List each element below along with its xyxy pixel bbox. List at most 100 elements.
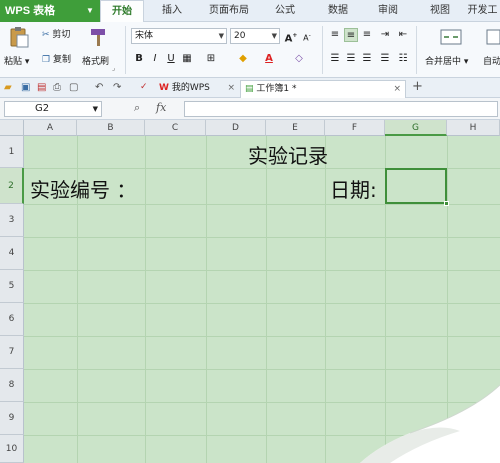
ribbon-separator <box>322 26 323 74</box>
tab-formula[interactable]: 公式 <box>265 0 305 22</box>
align-middle-icon[interactable]: ≡ <box>344 28 358 42</box>
cell-a2[interactable]: 实验编号 ： <box>30 174 136 203</box>
borders-icon[interactable]: ▦ <box>180 52 194 66</box>
font-size-select[interactable]: 20 ▼ <box>230 28 280 44</box>
font-name-select[interactable]: 宋体 ▼ <box>131 28 227 44</box>
bold-icon[interactable]: B <box>132 52 146 66</box>
column-header-h[interactable]: H <box>447 120 500 136</box>
align-right-icon[interactable]: ☰ <box>360 52 374 66</box>
close-icon[interactable]: × <box>393 81 401 97</box>
justify-icon[interactable]: ☰ <box>378 52 392 66</box>
auto-wrap-label: 自动 <box>483 57 500 67</box>
export-pdf-icon[interactable]: ▤ <box>37 82 48 93</box>
grid-row-line <box>24 204 500 205</box>
ribbon: 粘贴 ▾ ✂ 剪切 ❐ 复制 格式刷 ⌟ 宋体 ▼ 20 ▼ A+ A- B I… <box>0 22 500 78</box>
tab-developer[interactable]: 开发工 <box>465 0 500 22</box>
underline-icon[interactable]: U <box>164 52 178 66</box>
selected-cell-g2[interactable] <box>385 168 449 206</box>
row-header-10[interactable]: 10 <box>0 435 24 463</box>
tab-my-wps[interactable]: W 我的WPS × <box>155 80 239 98</box>
cell-f2[interactable]: 日期: <box>330 174 377 203</box>
redo-icon[interactable]: ↷ <box>113 82 124 93</box>
formula-input[interactable] <box>184 101 498 117</box>
tab-review[interactable]: 审阅 <box>368 0 408 22</box>
column-header-c[interactable]: C <box>145 120 206 136</box>
chevron-down-icon: ▼ <box>271 32 277 40</box>
name-box[interactable]: G2 ▼ <box>4 101 102 117</box>
app-menu-button[interactable]: WPS 表格 ▼ <box>0 0 100 22</box>
zoom-search-icon[interactable]: ⌕ <box>134 101 140 115</box>
ribbon-separator <box>125 26 126 74</box>
row-header-5[interactable]: 5 <box>0 270 24 303</box>
spreadsheet-icon: ▤ <box>245 84 254 94</box>
tab-insert[interactable]: 插入 <box>150 0 194 22</box>
chevron-down-icon[interactable]: ▼ <box>84 0 96 22</box>
tab-page-layout[interactable]: 页面布局 <box>200 0 258 22</box>
print-icon[interactable]: ⎙ <box>53 82 64 93</box>
row-header-3[interactable]: 3 <box>0 204 24 237</box>
merge-cells-icon[interactable]: ⊞ <box>204 52 218 66</box>
grid-row-line <box>24 336 500 337</box>
menu-bar: WPS 表格 ▼ 开始 插入 页面布局 公式 数据 审阅 视图 开发工 <box>0 0 500 23</box>
merge-center-icon[interactable] <box>440 26 462 48</box>
auto-wrap-icon[interactable] <box>486 26 500 48</box>
chevron-down-icon: ▼ <box>92 105 98 113</box>
decrease-font-icon[interactable]: A- <box>300 29 314 43</box>
column-header-d[interactable]: D <box>206 120 266 136</box>
distribute-icon[interactable]: ☷ <box>396 52 410 66</box>
increase-font-icon[interactable]: A+ <box>284 29 298 44</box>
auto-wrap-button[interactable]: 自动 <box>483 54 500 67</box>
row-header-9[interactable]: 9 <box>0 402 24 435</box>
fill-handle[interactable] <box>444 201 449 206</box>
align-center-icon[interactable]: ☰ <box>344 52 358 66</box>
row-header-4[interactable]: 4 <box>0 237 24 270</box>
column-header-f[interactable]: F <box>325 120 385 136</box>
align-top-icon[interactable]: ≡ <box>328 28 342 42</box>
row-header-1[interactable]: 1 <box>0 136 24 168</box>
open-folder-icon[interactable]: ▰ <box>4 82 15 93</box>
tab-view[interactable]: 视图 <box>420 0 460 22</box>
cell-title[interactable]: 实验记录 <box>248 140 328 169</box>
close-icon[interactable]: × <box>227 80 235 96</box>
row-header-7[interactable]: 7 <box>0 336 24 369</box>
print-preview-icon[interactable]: ▢ <box>69 82 80 93</box>
fill-color-icon[interactable]: ◆ <box>236 52 250 66</box>
tab-home[interactable]: 开始 <box>100 0 144 23</box>
tab-data[interactable]: 数据 <box>318 0 358 22</box>
pin-icon[interactable]: ✓ <box>140 82 151 93</box>
save-icon[interactable]: ▣ <box>21 82 32 93</box>
select-all-corner[interactable] <box>0 120 24 136</box>
format-painter-label: 格式刷 <box>82 57 110 67</box>
page-curl <box>360 384 500 463</box>
column-header-b[interactable]: B <box>77 120 145 136</box>
paste-label: 粘贴 <box>4 57 23 67</box>
clear-format-icon[interactable]: ◇ <box>292 52 306 66</box>
clipboard-expand-icon[interactable]: ⌟ <box>112 64 115 72</box>
align-left-icon[interactable]: ☰ <box>328 52 342 66</box>
italic-icon[interactable]: I <box>148 52 162 66</box>
cut-button[interactable]: ✂ 剪切 <box>42 27 70 40</box>
undo-icon[interactable]: ↶ <box>95 82 106 93</box>
paste-button[interactable]: 粘贴 ▾ <box>4 54 29 67</box>
format-painter-icon[interactable] <box>88 26 110 48</box>
column-header-e[interactable]: E <box>266 120 325 136</box>
app-name: WPS 表格 <box>5 5 56 17</box>
row-header-8[interactable]: 8 <box>0 369 24 402</box>
row-header-6[interactable]: 6 <box>0 303 24 336</box>
column-header-g[interactable]: G <box>385 120 447 136</box>
column-header-a[interactable]: A <box>24 120 77 136</box>
font-size-value: 20 <box>234 31 246 41</box>
row-header-2[interactable]: 2 <box>0 168 24 204</box>
wrap-text-icon[interactable]: ⇥ <box>378 28 392 42</box>
font-color-icon[interactable]: A <box>262 52 276 66</box>
align-bottom-icon[interactable]: ≡ <box>360 28 374 42</box>
grid-row-line <box>24 369 500 370</box>
indent-icon[interactable]: ⇤ <box>396 28 410 42</box>
copy-button[interactable]: ❐ 复制 <box>42 52 71 65</box>
tab-workbook1[interactable]: ▤ 工作簿1 * × <box>240 80 406 98</box>
new-tab-icon[interactable]: + <box>412 80 423 94</box>
merge-center-button[interactable]: 合并居中 ▾ <box>425 54 468 67</box>
fx-icon[interactable]: fx <box>156 101 166 114</box>
format-painter-button[interactable]: 格式刷 <box>82 54 109 67</box>
paste-icon[interactable] <box>8 26 30 48</box>
